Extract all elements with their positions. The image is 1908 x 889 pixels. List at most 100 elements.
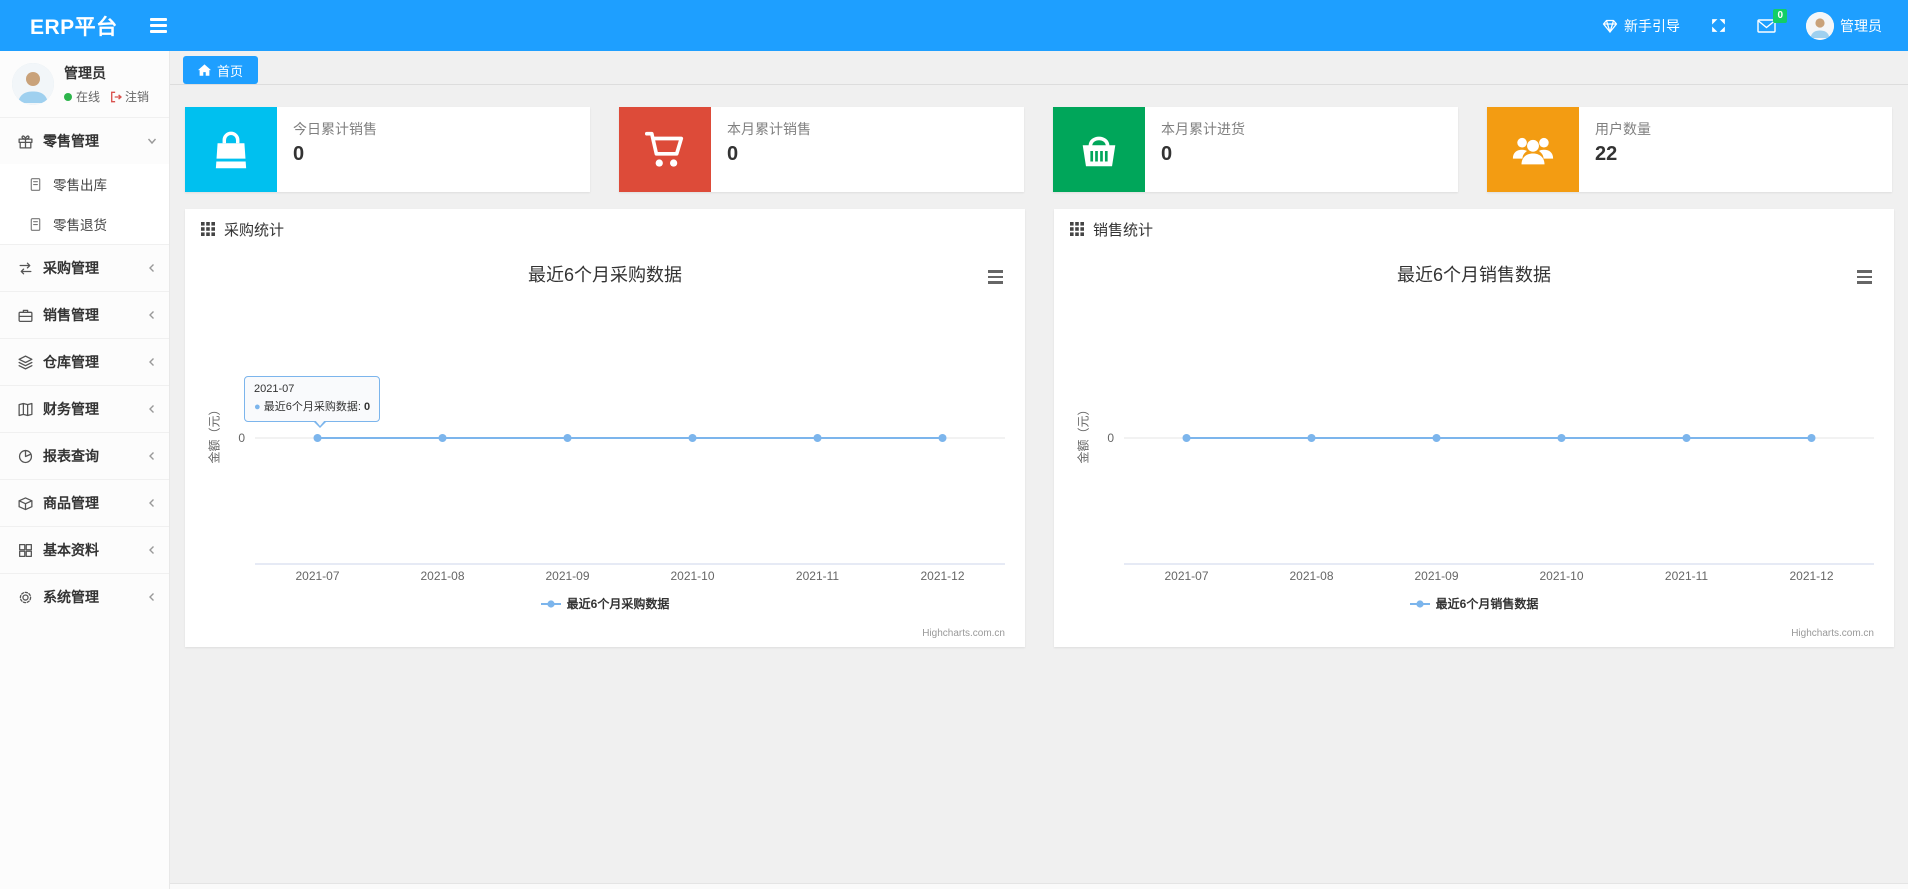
- sidebar: 管理员 在线 注销 零售管理 零售出库 零售退货 采购管理 销售管理 仓库管理 …: [0, 51, 170, 889]
- chart-tooltip: 2021-07 ● 最近6个月采购数据: 0: [244, 376, 381, 428]
- gem-icon: [1602, 18, 1618, 34]
- charts-row: 采购统计 最近6个月采购数据 金额（元） 0 2021-07 2021-08 202…: [170, 192, 1908, 647]
- legend-item[interactable]: 最近6个月销售数据: [1409, 595, 1538, 612]
- line-plot: [255, 434, 1005, 565]
- sidebar-item-reports[interactable]: 报表查询: [0, 433, 169, 479]
- x-axis-tick-label: 2021-12: [920, 569, 965, 583]
- users-icon: [1487, 107, 1579, 192]
- sidebar-item-sales[interactable]: 销售管理: [0, 292, 169, 338]
- user-menu[interactable]: 管理员: [1806, 11, 1882, 40]
- sidebar-item-label: 销售管理: [43, 307, 99, 323]
- chevron-left-icon: [147, 592, 157, 602]
- x-axis-tick-label: 2021-07: [1164, 569, 1209, 583]
- grid-icon: [16, 541, 34, 559]
- x-axis-tick-label: 2021-10: [1539, 569, 1584, 583]
- app-brand: ERP平台: [30, 15, 118, 39]
- sidebar-item-retail-outbound[interactable]: 零售出库: [0, 164, 169, 204]
- logout-icon: [111, 91, 123, 102]
- sidebar-username: 管理员: [64, 65, 106, 81]
- x-axis-tick-label: 2021-12: [1789, 569, 1834, 583]
- logout-link[interactable]: 注销: [110, 88, 149, 105]
- sidebar-item-label: 采购管理: [43, 260, 99, 276]
- gift-icon: [16, 132, 34, 150]
- chevron-down-icon: [147, 136, 157, 146]
- sidebar-item-finance[interactable]: 财务管理: [0, 386, 169, 432]
- guide-button[interactable]: 新手引导: [1602, 16, 1680, 36]
- messages-button[interactable]: 0: [1757, 8, 1787, 34]
- repeat-icon: [16, 259, 34, 277]
- chart-credits[interactable]: Highcharts.com.cn: [922, 628, 1005, 639]
- stat-card-month-sales[interactable]: 本月累计销售 0: [619, 107, 1024, 192]
- submenu-retail: 零售出库 零售退货: [0, 164, 169, 244]
- th-grid-icon: [1070, 221, 1085, 237]
- sidebar-toggle-icon[interactable]: [149, 18, 167, 33]
- shopping-bag-icon: [185, 107, 277, 192]
- legend-item[interactable]: 最近6个月采购数据: [540, 595, 669, 612]
- chevron-left-icon: [147, 263, 157, 273]
- sidebar-item-purchase[interactable]: 采购管理: [0, 245, 169, 291]
- username-label: 管理员: [1840, 17, 1882, 34]
- briefcase-icon: [16, 306, 34, 324]
- sales-stats-panel: 销售统计 最近6个月销售数据 金额（元） 0 2021-07 2021-08 202…: [1054, 209, 1894, 647]
- sidebar-item-label: 报表查询: [43, 448, 99, 464]
- chevron-left-icon: [147, 498, 157, 508]
- main-content: 首页 今日累计销售 0 本月累计销售 0 本月累计进货 0 用户数量 22 采购…: [170, 51, 1908, 889]
- stat-card-user-count[interactable]: 用户数量 22: [1487, 107, 1892, 192]
- layers-icon: [16, 353, 34, 371]
- stat-card-month-purchase[interactable]: 本月累计进货 0: [1053, 107, 1458, 192]
- x-axis-tick-label: 2021-07: [295, 569, 340, 583]
- tooltip-point-icon: ●: [254, 401, 261, 413]
- home-icon: [198, 63, 211, 76]
- chevron-left-icon: [147, 357, 157, 367]
- x-axis-tick-label: 2021-08: [1289, 569, 1334, 583]
- sidebar-item-label: 零售退货: [53, 218, 107, 233]
- tab-home[interactable]: 首页: [183, 56, 259, 84]
- sidebar-item-label: 系统管理: [43, 589, 99, 605]
- chart-credits[interactable]: Highcharts.com.cn: [1791, 628, 1874, 639]
- legend-marker-icon: [540, 599, 561, 608]
- cart-icon: [619, 107, 711, 192]
- chevron-left-icon: [147, 545, 157, 555]
- x-axis-labels: 2021-07 2021-08 2021-09 2021-10 2021-11 2021-…: [1054, 569, 1894, 585]
- avatar: [1806, 11, 1834, 40]
- sidebar-item-basic-data[interactable]: 基本资料: [0, 527, 169, 573]
- tab-bar: 首页: [170, 51, 1908, 85]
- legend-marker-icon: [1409, 599, 1430, 608]
- sidebar-item-label: 仓库管理: [43, 354, 99, 370]
- sidebar-item-goods[interactable]: 商品管理: [0, 480, 169, 526]
- avatar: [12, 63, 54, 105]
- tooltip-value: 0: [363, 401, 371, 413]
- sidebar-item-warehouse[interactable]: 仓库管理: [0, 339, 169, 385]
- y-axis-title: 金额（元）: [207, 403, 222, 464]
- stat-value: 0: [727, 143, 739, 165]
- stat-card-today-sales[interactable]: 今日累计销售 0: [185, 107, 590, 192]
- th-grid-icon: [201, 221, 216, 237]
- x-axis-tick-label: 2021-09: [545, 569, 590, 583]
- sidebar-item-label: 商品管理: [43, 495, 99, 511]
- tooltip-series: 最近6个月采购数据: [263, 401, 358, 413]
- online-status-label: 在线: [76, 90, 101, 104]
- sidebar-item-retail-return[interactable]: 零售退货: [0, 204, 169, 244]
- stat-value: 22: [1595, 143, 1618, 165]
- panel-title: 销售统计: [1093, 221, 1154, 239]
- book-icon: [16, 400, 34, 418]
- fullscreen-button[interactable]: [1710, 17, 1727, 34]
- sidebar-menu: 零售管理 零售出库 零售退货 采购管理 销售管理 仓库管理 财务管理 报表查询 …: [0, 117, 169, 620]
- sidebar-user-panel: 管理员 在线 注销: [0, 51, 169, 117]
- sidebar-item-label: 财务管理: [43, 401, 99, 417]
- top-navbar: ERP平台 新手引导 0 管理员: [0, 0, 1908, 51]
- sidebar-item-system[interactable]: 系统管理: [0, 574, 169, 620]
- stat-label: 用户数量: [1595, 121, 1651, 137]
- x-axis-tick-label: 2021-09: [1414, 569, 1459, 583]
- pie-clock-icon: [16, 447, 34, 465]
- stat-value: 0: [1161, 143, 1173, 165]
- x-axis-tick-label: 2021-08: [420, 569, 465, 583]
- stat-value: 0: [293, 143, 305, 165]
- footer-strip: [170, 883, 1908, 889]
- sidebar-item-retail[interactable]: 零售管理: [0, 118, 169, 164]
- panel-title: 采购统计: [224, 221, 285, 239]
- sidebar-item-label: 基本资料: [43, 542, 99, 558]
- x-axis-tick-label: 2021-11: [1664, 569, 1709, 583]
- line-plot: [1124, 434, 1874, 565]
- sidebar-item-label: 零售管理: [43, 133, 99, 149]
